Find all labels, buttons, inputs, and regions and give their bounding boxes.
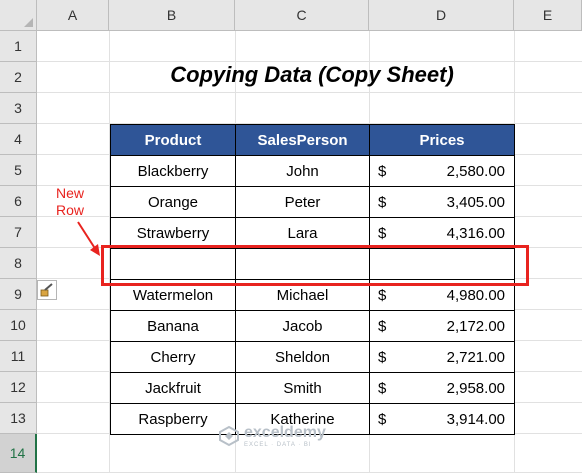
row-header-6[interactable]: 6 bbox=[0, 186, 37, 217]
cell-product[interactable]: Blackberry bbox=[110, 155, 236, 187]
table-row: Cherry Sheldon $2,721.00 bbox=[110, 341, 515, 373]
row-header-14[interactable]: 14 bbox=[0, 434, 37, 473]
row-header-13[interactable]: 13 bbox=[0, 403, 37, 434]
column-header-b[interactable]: B bbox=[109, 0, 235, 31]
annotation-arrow-icon bbox=[77, 221, 100, 256]
cell-product[interactable]: Raspberry bbox=[110, 403, 236, 435]
annotation-line-2: Row bbox=[55, 202, 84, 218]
currency-symbol: $ bbox=[378, 286, 387, 304]
cell-price[interactable]: $2,958.00 bbox=[369, 372, 515, 404]
cell-salesperson[interactable]: Sheldon bbox=[235, 341, 370, 373]
cell-product[interactable]: Cherry bbox=[110, 341, 236, 373]
price-value: 2,172.00 bbox=[446, 317, 505, 335]
cell-price[interactable]: $3,914.00 bbox=[369, 403, 515, 435]
row-header-11[interactable]: 11 bbox=[0, 341, 37, 372]
cell-price[interactable]: $2,580.00 bbox=[369, 155, 515, 187]
row-header-8[interactable]: 8 bbox=[0, 248, 37, 279]
price-value: 2,958.00 bbox=[446, 379, 505, 397]
paste-options-icon[interactable] bbox=[37, 280, 57, 300]
annotation-line-1: New bbox=[55, 185, 84, 201]
watermark-name: exceldemy bbox=[244, 424, 326, 441]
currency-symbol: $ bbox=[378, 317, 387, 335]
row-header-2[interactable]: 2 bbox=[0, 62, 37, 93]
table-row: Strawberry Lara $4,316.00 bbox=[110, 217, 515, 249]
cell-salesperson[interactable]: Jacob bbox=[235, 310, 370, 342]
table-row: Jackfruit Smith $2,958.00 bbox=[110, 372, 515, 404]
column-header-d[interactable]: D bbox=[369, 0, 514, 31]
watermark: exceldemy EXCEL · DATA · BI bbox=[218, 424, 326, 448]
row-header-3[interactable]: 3 bbox=[0, 93, 37, 124]
row-header-12[interactable]: 12 bbox=[0, 372, 37, 403]
select-all-corner[interactable] bbox=[0, 0, 37, 31]
table-row: Blackberry John $2,580.00 bbox=[110, 155, 515, 187]
row-header-10[interactable]: 10 bbox=[0, 310, 37, 341]
cell-product[interactable]: Orange bbox=[110, 186, 236, 218]
column-header-e[interactable]: E bbox=[514, 0, 582, 31]
exceldemy-logo-icon bbox=[219, 425, 239, 447]
currency-symbol: $ bbox=[378, 379, 387, 397]
cell-product[interactable]: Strawberry bbox=[110, 217, 236, 249]
cell-salesperson[interactable]: Lara bbox=[235, 217, 370, 249]
cell-product[interactable]: Jackfruit bbox=[110, 372, 236, 404]
column-header-a[interactable]: A bbox=[37, 0, 109, 31]
cell-price[interactable]: $2,172.00 bbox=[369, 310, 515, 342]
currency-symbol: $ bbox=[378, 162, 387, 180]
row-header-7[interactable]: 7 bbox=[0, 217, 37, 248]
cell-price[interactable]: $2,721.00 bbox=[369, 341, 515, 373]
row-header-4[interactable]: 4 bbox=[0, 124, 37, 155]
price-value: 4,316.00 bbox=[446, 224, 505, 242]
price-value: 4,980.00 bbox=[446, 286, 505, 304]
new-row-annotation: New Row bbox=[50, 185, 90, 219]
column-header-c[interactable]: C bbox=[235, 0, 369, 31]
currency-symbol: $ bbox=[378, 224, 387, 242]
price-value: 3,914.00 bbox=[446, 410, 505, 428]
price-value: 2,580.00 bbox=[446, 162, 505, 180]
currency-symbol: $ bbox=[378, 410, 387, 428]
cell-price[interactable]: $4,316.00 bbox=[369, 217, 515, 249]
sheet-title: Copying Data (Copy Sheet) bbox=[170, 62, 454, 87]
cell-salesperson[interactable]: Peter bbox=[235, 186, 370, 218]
table-row: Orange Peter $3,405.00 bbox=[110, 186, 515, 218]
header-salesperson[interactable]: SalesPerson bbox=[235, 124, 370, 156]
cell-product[interactable]: Banana bbox=[110, 310, 236, 342]
row-header-9[interactable]: 9 bbox=[0, 279, 37, 310]
price-value: 3,405.00 bbox=[446, 193, 505, 211]
cell-salesperson[interactable]: Smith bbox=[235, 372, 370, 404]
header-prices[interactable]: Prices bbox=[369, 124, 515, 156]
currency-symbol: $ bbox=[378, 348, 387, 366]
spreadsheet: A B C D E 1 2 3 4 5 6 7 8 9 10 11 12 13 14 Copying Da… bbox=[0, 0, 582, 473]
cell-salesperson[interactable]: John bbox=[235, 155, 370, 187]
watermark-tagline: EXCEL · DATA · BI bbox=[244, 442, 312, 448]
row-header-1[interactable]: 1 bbox=[0, 31, 37, 62]
price-value: 2,721.00 bbox=[446, 348, 505, 366]
header-product[interactable]: Product bbox=[110, 124, 236, 156]
currency-symbol: $ bbox=[378, 193, 387, 211]
row-header-5[interactable]: 5 bbox=[0, 155, 37, 186]
table-row: Banana Jacob $2,172.00 bbox=[110, 310, 515, 342]
new-row-highlight bbox=[101, 245, 529, 286]
cell-price[interactable]: $3,405.00 bbox=[369, 186, 515, 218]
